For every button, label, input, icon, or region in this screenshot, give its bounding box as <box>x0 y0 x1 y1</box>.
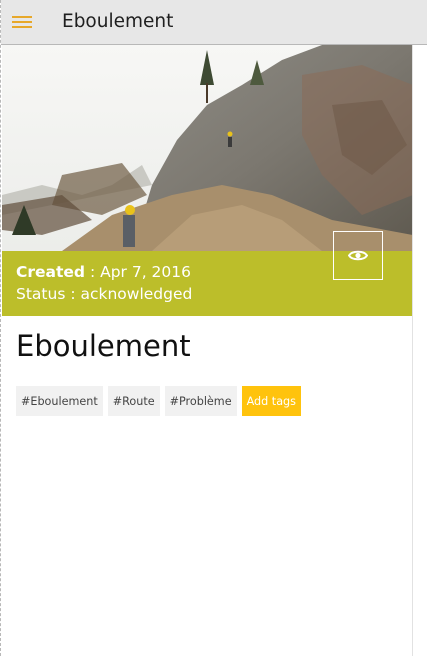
page-title: Eboulement <box>62 11 174 32</box>
view-button[interactable] <box>333 231 383 280</box>
status-text: Status : acknowledged <box>16 285 193 303</box>
tag-eboulement[interactable]: #Eboulement <box>16 386 103 416</box>
app-window: Eboulement Created: Apr 7, 2016 Status … <box>0 0 427 656</box>
top-bar: Eboulement <box>1 0 427 45</box>
hamburger-menu-icon[interactable] <box>1 0 43 44</box>
tag-route[interactable]: #Route <box>107 386 160 416</box>
report-detail: Created : Apr 7, 2016 Status : acknowled… <box>2 45 413 656</box>
eye-icon <box>348 250 368 261</box>
created-date: Created : Apr 7, 2016 <box>16 263 191 281</box>
add-tags-button[interactable]: Add tags <box>241 386 301 416</box>
report-photo[interactable] <box>2 45 412 251</box>
tag-list: #Eboulement #Route #Problème Add tags <box>16 386 301 416</box>
report-title: Eboulement <box>16 329 191 363</box>
tag-probleme[interactable]: #Problème <box>164 386 237 416</box>
